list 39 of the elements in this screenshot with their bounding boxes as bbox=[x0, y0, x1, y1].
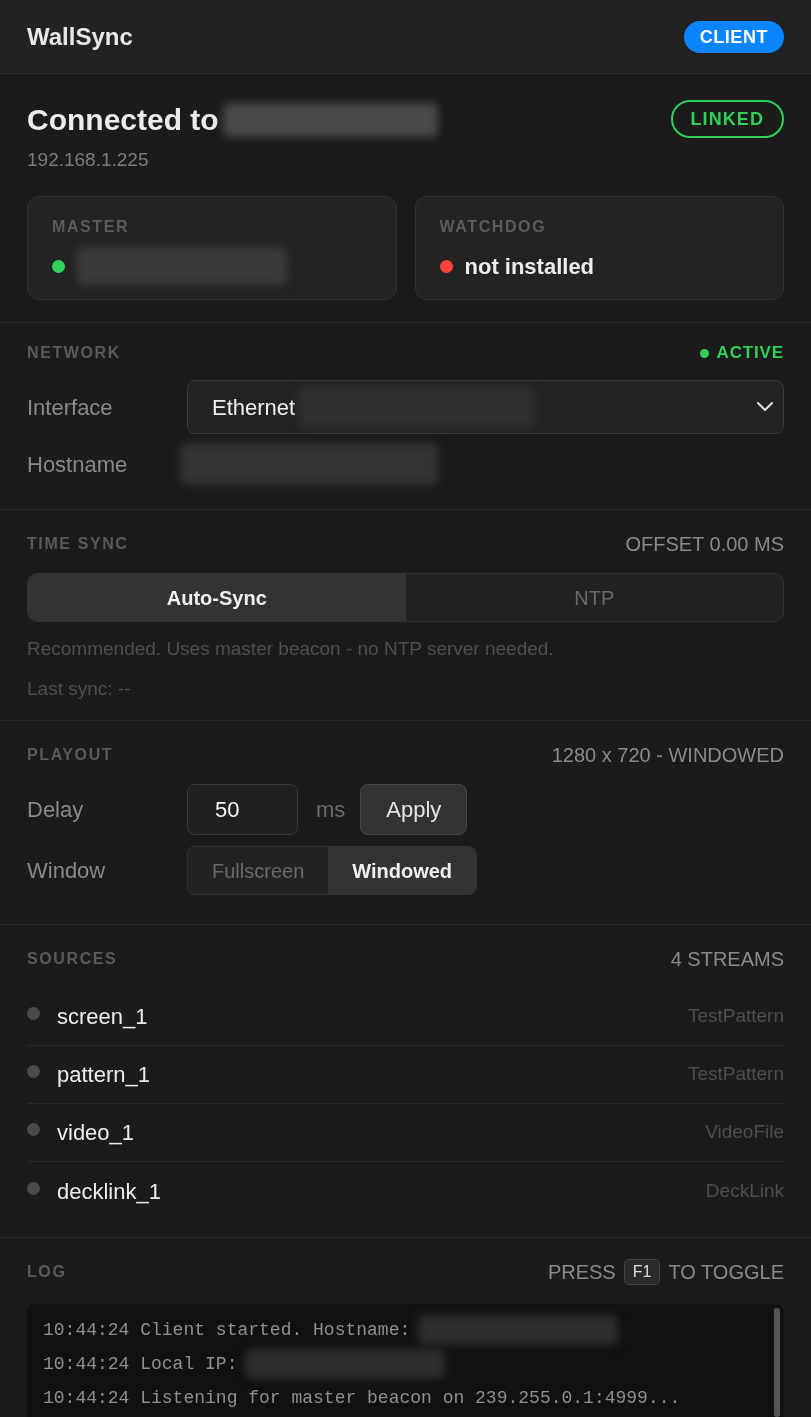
source-name: screen_1 bbox=[57, 1003, 148, 1031]
card-label: MASTER bbox=[52, 217, 131, 237]
card-value: not installed bbox=[464, 252, 595, 281]
offset-reading: OFFSET 0.00 MS bbox=[625, 532, 784, 557]
card-label: WATCHDOG bbox=[439, 217, 548, 237]
field-label: Window bbox=[27, 857, 107, 885]
log-line: 10:44:24 Local IP: bbox=[43, 1352, 238, 1376]
sync-mode-tab[interactable]: Auto-Sync bbox=[28, 574, 406, 621]
network-status: ACTIVE bbox=[716, 342, 784, 365]
section-title: TIME SYNC bbox=[27, 534, 129, 554]
connection-heading: Connected to bbox=[27, 102, 219, 138]
key-badge: F1 bbox=[623, 1259, 661, 1285]
window-mode-tab[interactable]: Windowed bbox=[328, 847, 477, 894]
ip-address: 192.168.1.225 bbox=[27, 148, 150, 172]
log-line: 10:44:24 Client started. Hostname: bbox=[43, 1318, 411, 1342]
section-title: PLAYOUT bbox=[27, 745, 114, 765]
hint-text: PRESS bbox=[547, 1260, 616, 1285]
resolution-summary: 1280 x 720 - WINDOWED bbox=[551, 743, 784, 768]
section-title: SOURCES bbox=[27, 949, 118, 969]
section-title: NETWORK bbox=[27, 343, 121, 363]
field-label: Delay bbox=[27, 796, 85, 824]
chevron-down-icon bbox=[757, 402, 773, 412]
hint-text: TO TOGGLE bbox=[668, 1260, 784, 1285]
log-line: 10:44:24 Listening for master beacon on 239.255.0.1:4999... bbox=[43, 1386, 681, 1410]
field-label: Hostname bbox=[27, 450, 129, 479]
interface-select[interactable]: Ethernet bbox=[187, 380, 784, 434]
unit-label: ms bbox=[316, 796, 346, 824]
field-label: Interface bbox=[27, 393, 114, 422]
stream-count: 4 STREAMS bbox=[670, 947, 784, 972]
role-badge: CLIENT bbox=[683, 20, 784, 53]
app-title: WallSync bbox=[27, 21, 133, 52]
source-name: pattern_1 bbox=[57, 1061, 150, 1089]
apply-button[interactable]: Apply bbox=[360, 784, 468, 835]
source-name: decklink_1 bbox=[57, 1177, 161, 1206]
scrollbar-thumb[interactable] bbox=[774, 1308, 780, 1417]
source-name: video_1 bbox=[57, 1119, 135, 1147]
status-badge: LINKED bbox=[670, 100, 784, 138]
section-title: LOG bbox=[27, 1262, 67, 1282]
delay-input[interactable]: 50 bbox=[187, 784, 298, 835]
